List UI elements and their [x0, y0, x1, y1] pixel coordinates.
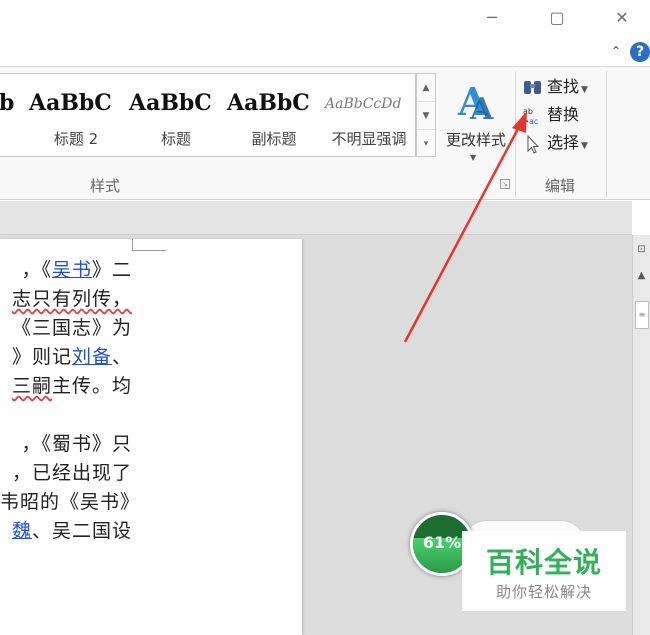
- site-watermark: 百科全说 助你轻松解决: [462, 531, 626, 611]
- document-line[interactable]: ，《吴书》二: [0, 255, 132, 282]
- replace-icon: ab ac: [523, 107, 538, 126]
- document-line[interactable]: 魏、吴二国设: [0, 516, 132, 543]
- hyperlink[interactable]: 魏: [12, 520, 32, 542]
- text-run: 》二: [91, 259, 132, 281]
- help-icon[interactable]: ?: [630, 42, 650, 62]
- style-name: 标题: [160, 130, 191, 148]
- text-run: 主传。均: [51, 375, 132, 397]
- find-label: 查找: [547, 77, 580, 96]
- text-run: 、吴二国设: [31, 520, 132, 542]
- style-sample: AaBbC: [227, 90, 310, 116]
- chevron-down-icon: ▼: [470, 153, 477, 162]
- text-run: 》则记: [11, 346, 72, 368]
- watermark-title: 百科全说: [485, 546, 602, 579]
- style-sample: AaBbC: [29, 90, 112, 116]
- svg-text:ab: ab: [523, 107, 533, 116]
- text-run: 志只有列传，: [11, 288, 132, 310]
- cursor-arrow-icon: [527, 134, 540, 154]
- style-sample: b: [0, 90, 15, 116]
- text-run: ，《: [21, 259, 52, 281]
- group-divider: [515, 71, 516, 197]
- gallery-more-icon[interactable]: ▾: [417, 130, 435, 158]
- vertical-scrollbar[interactable]: ⊡ ▲ ≡: [632, 235, 650, 635]
- document-line[interactable]: 志只有列传，: [0, 284, 132, 311]
- style-name: 副标题: [251, 130, 297, 148]
- document-line[interactable]: 韦昭的《吴书》: [0, 487, 139, 514]
- binoculars-icon: [524, 80, 541, 94]
- find-button[interactable]: 查找 ▼: [522, 73, 632, 99]
- document-line[interactable]: ，《蜀书》只: [0, 429, 132, 456]
- text-run: 、: [111, 346, 132, 368]
- scroll-thumb[interactable]: ≡: [635, 301, 649, 329]
- text-run: 韦昭的《吴书》: [0, 491, 141, 513]
- group-divider: [606, 71, 607, 197]
- document-line[interactable]: ，已经出现了: [0, 458, 132, 485]
- change-styles-label: 更改样式: [445, 131, 506, 149]
- text-run: ，《蜀书》只: [21, 433, 132, 455]
- collapse-ribbon-icon[interactable]: ⌃: [608, 42, 624, 60]
- style-item-heading1[interactable]: b: [0, 74, 25, 158]
- chevron-down-icon: ▼: [581, 141, 588, 151]
- change-styles-button[interactable]: A A 更改样式 ▼: [440, 75, 512, 165]
- replace-label: 替换: [547, 105, 580, 124]
- title-bar: ─ ▢ ✕: [0, 0, 650, 40]
- svg-text:A: A: [469, 92, 494, 123]
- document-line[interactable]: 三嗣主传。均: [0, 371, 132, 398]
- replace-button[interactable]: ab ac 替换: [522, 101, 632, 127]
- ribbon: b AaBbC 标题 2 AaBbC 标题 AaBbC 副标题 AaBbCcDd…: [0, 66, 650, 200]
- editing-group-label: 编辑: [544, 177, 575, 195]
- ruler-toggle-icon[interactable]: ⊡: [633, 239, 650, 261]
- ruler-strip: [0, 201, 632, 235]
- help-bar: ⌃ ?: [0, 40, 650, 66]
- select-button[interactable]: 选择 ▼: [522, 129, 632, 155]
- styles-gallery: b AaBbC 标题 2 AaBbC 标题 AaBbC 副标题 AaBbCcDd…: [0, 73, 416, 157]
- style-item-subtle-emphasis[interactable]: AaBbCcDd 不明显强调: [323, 74, 415, 158]
- styles-dialog-launcher-icon[interactable]: ↘: [500, 179, 510, 189]
- style-item-title[interactable]: AaBbC 标题: [127, 74, 225, 158]
- scroll-up-icon[interactable]: ▲: [633, 265, 650, 287]
- select-label: 选择: [547, 133, 580, 152]
- styles-group-label: 样式: [89, 177, 120, 195]
- gallery-scroll-up-icon[interactable]: ▲: [417, 74, 435, 102]
- document-line[interactable]: 《三国志》为: [0, 313, 132, 340]
- style-sample: AaBbCcDd: [325, 96, 402, 112]
- svg-text:ac: ac: [529, 117, 538, 126]
- watermark-subtitle: 助你轻松解决: [495, 583, 592, 601]
- document-line[interactable]: 》则记刘备、: [0, 342, 132, 369]
- document-page[interactable]: ，《吴书》二 志只有列传， 《三国志》为 》则记刘备、 三嗣主传。均 ，《蜀书》只 ，已经出…: [0, 239, 302, 635]
- text-run: 三嗣: [11, 375, 52, 397]
- text-run: 《三国志》为: [11, 317, 132, 339]
- style-name: 标题 2: [53, 130, 99, 148]
- gallery-scroll-down-icon[interactable]: ▼: [417, 102, 435, 130]
- style-item-subtitle[interactable]: AaBbC 副标题: [225, 74, 323, 158]
- hyperlink[interactable]: 吴书: [52, 259, 92, 281]
- chevron-down-icon: ▼: [581, 85, 588, 95]
- close-button[interactable]: ✕: [610, 6, 634, 30]
- maximize-button[interactable]: ▢: [545, 6, 569, 30]
- gallery-scroll: ▲ ▼ ▾: [416, 73, 436, 157]
- style-name: 不明显强调: [331, 130, 407, 148]
- minimize-button[interactable]: ─: [480, 6, 504, 30]
- margin-corner-mark: [132, 239, 166, 251]
- style-item-heading2[interactable]: AaBbC 标题 2: [27, 74, 125, 158]
- text-run: ，已经出现了: [11, 462, 132, 484]
- change-styles-icon: A A: [457, 79, 494, 123]
- hyperlink[interactable]: 刘备: [72, 346, 112, 368]
- style-sample: AaBbC: [129, 90, 212, 116]
